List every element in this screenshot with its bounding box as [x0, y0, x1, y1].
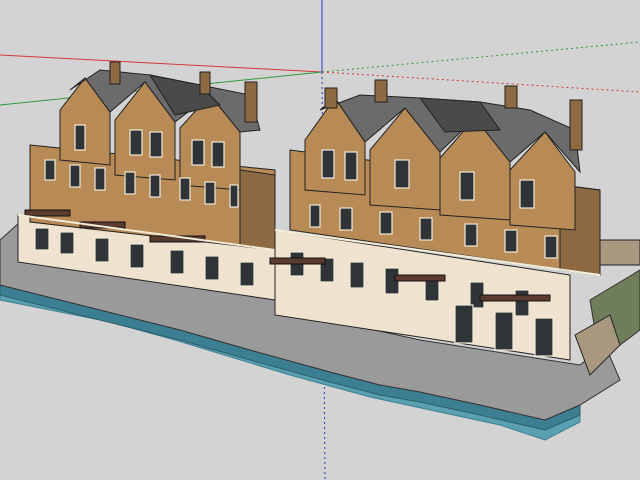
sketchup-3d-viewport[interactable]: [0, 0, 640, 480]
left-upper-wall-shade: [239, 169, 276, 251]
left-block[interactable]: [17, 61, 276, 301]
right-chimney-4: [569, 99, 583, 151]
green-axis-dashed: [321, 41, 640, 73]
model-scene[interactable]: [0, 0, 640, 480]
right-chimney-2: [374, 79, 388, 103]
red-axis: [0, 54, 323, 73]
right-chimney-3: [504, 85, 518, 109]
right-block[interactable]: [269, 79, 601, 361]
right-chimney-1: [324, 87, 338, 109]
red-axis-dashed: [321, 71, 640, 93]
left-chimney-2: [199, 71, 211, 95]
boundary-wall: [599, 239, 640, 266]
left-chimney-1: [109, 61, 121, 85]
left-chimney-3: [244, 81, 258, 123]
